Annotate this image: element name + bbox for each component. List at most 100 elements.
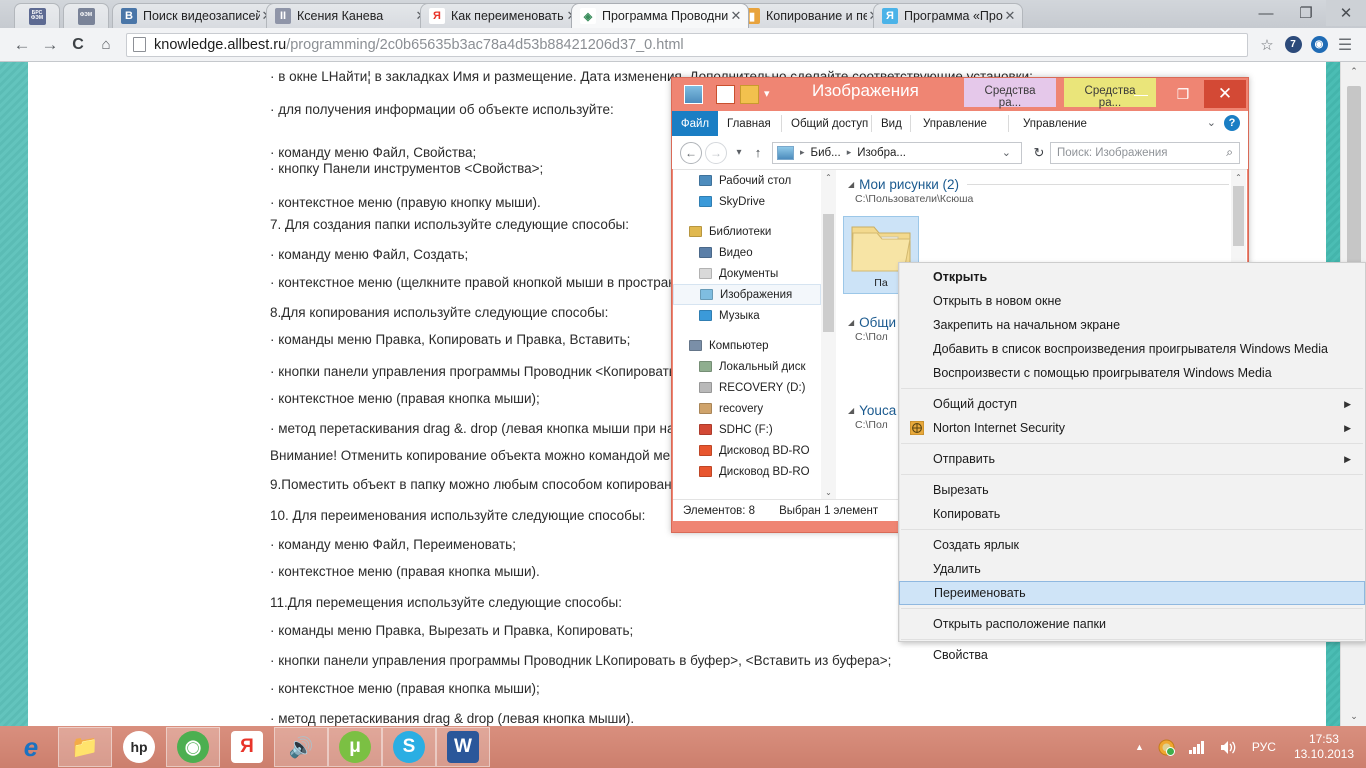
reload-icon[interactable]: C [64,31,92,59]
nav-item-рабочий-стол[interactable]: Рабочий стол [673,170,821,191]
nav-item-локальный-диск[interactable]: Локальный диск [673,356,821,377]
breadcrumb-dropdown-icon[interactable]: ⌄ [1002,146,1017,159]
pinned-tab-brs[interactable]: БРС ФЭМ [14,3,60,28]
context-menu-item-16[interactable]: Переименовать [899,581,1365,605]
show-hidden-icons-icon[interactable]: ▲ [1135,742,1144,752]
norton-tray-icon[interactable] [1158,739,1175,756]
browser-tab-1[interactable]: IIКсения Канева✕ [266,3,434,28]
group-collapse-icon-2[interactable]: ◢ [848,318,854,327]
browser-tab-5[interactable]: Я Программа «Проводни✕ [873,3,1023,28]
browser-tab-close-icon[interactable]: ✕ [1003,8,1017,24]
browser-tab-0[interactable]: BПоиск видеозаписей по✕ [112,3,280,28]
taskbar-item-volume-app[interactable]: 🔊 [274,727,328,767]
nav-item-библиотеки[interactable]: Библиотеки [673,221,821,242]
breadcrumb-pictures[interactable]: Изобра... [854,147,909,159]
extension-2-icon[interactable]: ◉ [1306,32,1332,58]
taskbar-item-file-explorer[interactable]: 📁 [58,727,112,767]
ribbon-collapse-icon[interactable]: ⌄ [1207,116,1216,129]
explorer-title-bar[interactable]: ▾ Изображения Средства ра... Средства ра… [672,78,1248,111]
search-icon[interactable]: ⌕ [1226,145,1233,160]
context-menu-item-7[interactable]: Norton Internet Security ▶ [899,416,1365,440]
ribbon-tab-home[interactable]: Главная [718,111,780,136]
nav-item-дисковод-bd-ro[interactable]: Дисковод BD-RO [673,440,821,461]
context-menu-item-4[interactable]: Воспроизвести с помощью проигрывателя Wi… [899,361,1365,385]
scroll-up-arrow[interactable]: ⌃ [1341,62,1366,81]
nav-item-документы[interactable]: Документы [673,263,821,284]
nav-item-skydrive[interactable]: SkyDrive [673,191,821,212]
browser-tab-2[interactable]: ЯКак переименовать объ✕ [420,3,585,28]
home-icon[interactable]: ⌂ [92,31,120,59]
breadcrumb-arrow-1[interactable]: ▸ [797,147,808,158]
taskbar-item-chrome[interactable]: ◉ [166,727,220,767]
context-menu-item-2[interactable]: Закрепить на начальном экране [899,313,1365,337]
file-scroll-thumb[interactable] [1233,186,1244,246]
nav-item-sdhc-f-[interactable]: SDHC (F:) [673,419,821,440]
explorer-forward-icon[interactable]: → [705,141,727,164]
context-menu-item-15[interactable]: Удалить [899,557,1365,581]
forward-icon[interactable]: → [36,31,64,59]
taskbar-item-skype[interactable]: S [382,727,436,767]
context-menu-item-11[interactable]: Вырезать [899,478,1365,502]
ribbon-tab-view[interactable]: Вид [872,111,911,136]
taskbar-item-utorrent[interactable]: μ [328,727,382,767]
ribbon-tab-file[interactable]: Файл [672,111,718,136]
chrome-menu-icon[interactable]: ☰ [1332,32,1358,58]
ribbon-tab-share[interactable]: Общий доступ [782,111,877,136]
pinned-tab-fem[interactable]: ФЭМ [63,3,109,28]
context-menu-item-0[interactable]: Открыть [899,265,1365,289]
nav-item-музыка[interactable]: Музыка [673,305,821,326]
context-menu-item-20[interactable]: Свойства [899,643,1365,667]
network-icon[interactable] [1188,740,1206,754]
group-collapse-icon[interactable]: ◢ [848,180,854,189]
back-icon[interactable]: ← [8,31,36,59]
browser-tab-3[interactable]: ◈ Программа Проводник ✕ [571,3,749,28]
volume-icon[interactable] [1220,740,1237,755]
nav-item-изображения[interactable]: Изображения [673,284,821,305]
taskbar-item-yandex-browser[interactable]: Я [220,727,274,767]
browser-tab-close-icon[interactable]: ✕ [729,8,743,24]
context-menu-item-6[interactable]: Общий доступ ▶ [899,392,1365,416]
taskbar-clock[interactable]: 17:53 13.10.2013 [1294,732,1354,762]
context-menu-item-14[interactable]: Создать ярлык [899,533,1365,557]
up-level-icon[interactable]: ↑ [748,145,768,160]
quick-access-dropdown-icon[interactable]: ▾ [764,87,770,100]
group-collapse-icon-3[interactable]: ◢ [848,406,854,415]
group-header-my-pictures[interactable]: ◢ Мои рисунки (2) [841,177,1229,192]
browser-tab-4[interactable]: ▮Копирование и переме✕ [735,3,887,28]
explorer-back-icon[interactable]: ← [680,141,702,164]
context-menu-item-1[interactable]: Открыть в новом окне [899,289,1365,313]
scroll-down-arrow[interactable]: ⌄ [1341,707,1366,726]
recent-locations-icon[interactable]: ▾ [730,147,748,158]
contextual-tab-1[interactable]: Средства ра... [964,78,1056,109]
nav-scroll-thumb[interactable] [823,214,834,332]
context-menu-item-9[interactable]: Отправить ▶ [899,447,1365,471]
context-menu-item-12[interactable]: Копировать [899,502,1365,526]
taskbar-item-word[interactable]: W [436,727,490,767]
explorer-minimize-button[interactable]: — [1120,80,1162,108]
context-menu-item-3[interactable]: Добавить в список воспроизведения проигр… [899,337,1365,361]
explorer-refresh-icon[interactable]: ↻ [1028,145,1050,161]
ribbon-tab-manage-2[interactable]: Управление [1014,111,1096,136]
browser-minimize-button[interactable]: — [1246,0,1286,26]
browser-close-button[interactable]: ✕ [1326,0,1366,26]
properties-icon[interactable] [740,85,759,104]
nav-item-видео[interactable]: Видео [673,242,821,263]
breadcrumb-bar[interactable]: ▸ Биб... ▸ Изобра... ⌄ [772,141,1022,164]
nav-item-recovery-d-[interactable]: RECOVERY (D:) [673,377,821,398]
explorer-maximize-button[interactable]: ❐ [1162,80,1204,108]
nav-scroll-up-arrow[interactable]: ⌃ [821,170,836,185]
extension-1-icon[interactable]: 7 [1280,32,1306,58]
nav-pane-scrollbar[interactable]: ⌃ ⌄ [821,170,836,500]
context-menu-item-18[interactable]: Открыть расположение папки [899,612,1365,636]
explorer-search-box[interactable]: Поиск: Изображения ⌕ [1050,141,1240,164]
file-scroll-up-arrow[interactable]: ⌃ [1231,170,1246,185]
explorer-close-button[interactable]: ✕ [1204,80,1246,108]
nav-item-recovery[interactable]: recovery [673,398,821,419]
address-bar[interactable]: knowledge.allbest.ru/programming/2c0b656… [126,32,1248,57]
bookmark-star-icon[interactable]: ☆ [1254,32,1280,58]
nav-item-компьютер[interactable]: Компьютер [673,335,821,356]
new-folder-icon[interactable] [716,85,735,104]
language-indicator[interactable]: РУС [1252,740,1276,754]
breadcrumb-libraries[interactable]: Биб... [808,147,844,159]
browser-maximize-button[interactable]: ❐ [1286,0,1326,26]
